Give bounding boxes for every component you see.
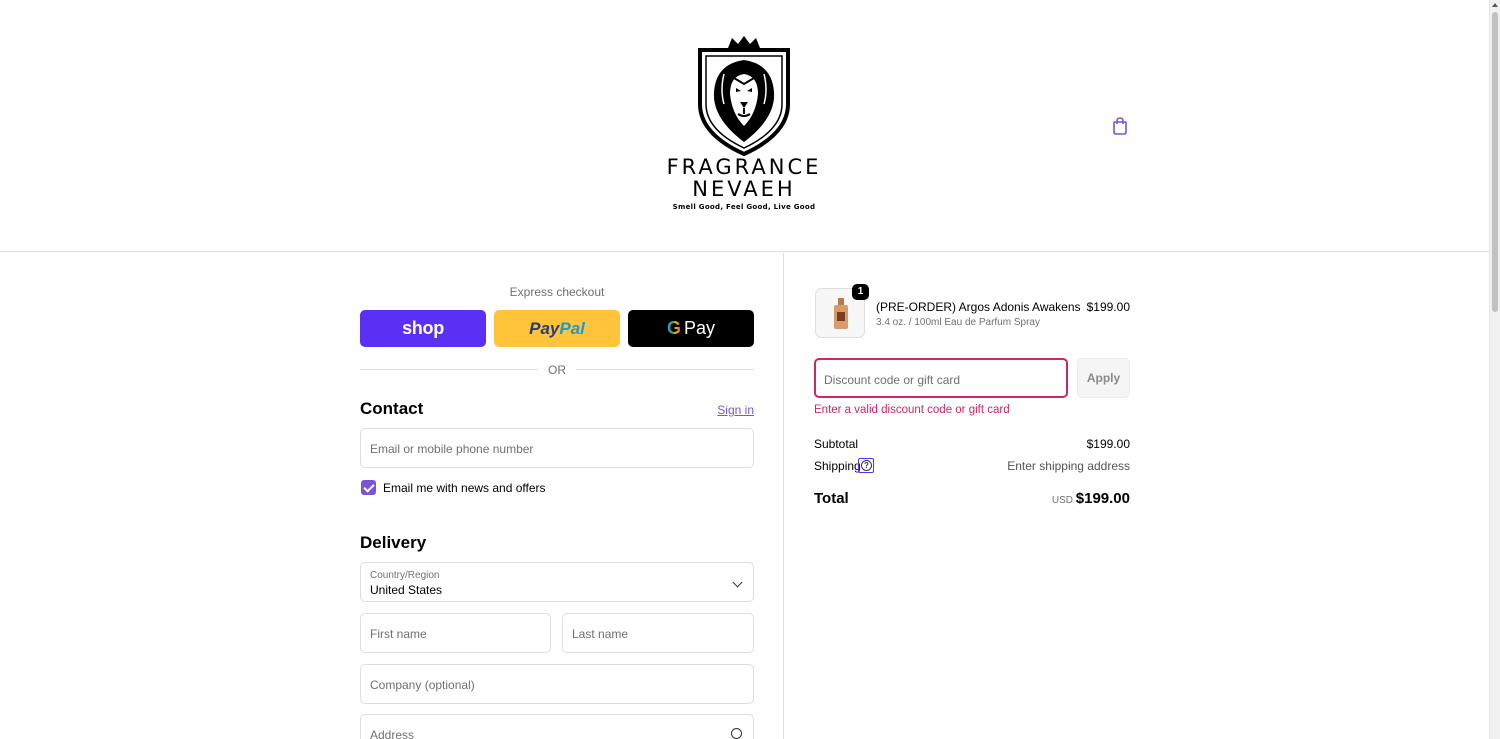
- lion-crest-logo: [698, 36, 790, 156]
- discount-code-input[interactable]: Discount code or gift card: [814, 358, 1068, 398]
- google-g-icon: G: [666, 318, 681, 338]
- shipping-label: Shipping: [814, 459, 861, 473]
- country-value: United States: [370, 583, 443, 597]
- newsletter-checkbox[interactable]: [361, 480, 376, 495]
- newsletter-label: Email me with news and offers: [383, 481, 546, 495]
- address-field[interactable]: Address: [360, 714, 754, 739]
- brand-name-line1: FRAGRANCE: [666, 155, 822, 179]
- last-name-field[interactable]: Last name: [562, 613, 754, 653]
- product-price: $199.00: [1086, 300, 1130, 314]
- first-name-field[interactable]: First name: [360, 613, 551, 653]
- or-line-left: [360, 369, 538, 370]
- country-label: Country/Region: [370, 570, 440, 581]
- search-icon: [731, 728, 742, 739]
- subtotal-value: $199.00: [1086, 437, 1130, 451]
- or-label: OR: [548, 363, 566, 377]
- or-line-right: [576, 369, 754, 370]
- total-value: $199.00: [1075, 490, 1130, 507]
- contact-title: Contact: [360, 399, 424, 418]
- brand-name-line2: NEVAEH: [692, 177, 796, 201]
- product-name: (PRE-ORDER) Argos Adonis Awakens: [876, 300, 1081, 314]
- google-pay-label: Pay: [683, 318, 716, 338]
- shop-pay-label: shop: [402, 318, 444, 338]
- perfume-bottle-image: [834, 298, 848, 329]
- paypal-button[interactable]: Pay Pal: [494, 310, 620, 347]
- discount-placeholder: Discount code or gift card: [824, 373, 961, 387]
- column-divider: [783, 253, 784, 739]
- company-placeholder: Company (optional): [370, 678, 475, 692]
- address-placeholder: Address: [370, 728, 415, 739]
- google-pay-button[interactable]: G Pay: [628, 310, 754, 347]
- scrollbar-thumb[interactable]: [1492, 12, 1498, 312]
- shop-pay-button[interactable]: shop: [360, 310, 486, 347]
- total-label: Total: [814, 490, 849, 507]
- first-name-placeholder: First name: [370, 627, 427, 641]
- email-placeholder: Email or mobile phone number: [370, 442, 534, 456]
- company-field[interactable]: Company (optional): [360, 664, 754, 704]
- product-variant: 3.4 oz. / 100ml Eau de Parfum Spray: [876, 317, 1040, 328]
- or-divider: OR: [360, 363, 754, 377]
- shipping-help-icon[interactable]: [858, 458, 874, 473]
- sign-in-link[interactable]: Sign in: [717, 403, 754, 417]
- shopping-bag-icon[interactable]: [1110, 116, 1130, 136]
- country-select[interactable]: Country/Region United States: [360, 562, 754, 602]
- quantity-badge: 1: [852, 284, 869, 300]
- brand-tagline: Smell Good, Feel Good, Live Good: [672, 203, 816, 211]
- page-scrollbar[interactable]: [1489, 0, 1500, 739]
- brand-logo[interactable]: FRAGRANCE NEVAEH Smell Good, Feel Good, …: [652, 34, 836, 220]
- paypal-label-pal: Pal: [559, 318, 585, 338]
- paypal-label-pay: Pay: [529, 318, 560, 338]
- total-currency: USD: [1051, 495, 1073, 506]
- shipping-value: Enter shipping address: [1007, 459, 1130, 473]
- last-name-placeholder: Last name: [572, 627, 629, 641]
- subtotal-label: Subtotal: [814, 437, 859, 451]
- chevron-down-icon: [732, 577, 743, 588]
- delivery-title: Delivery: [360, 533, 427, 552]
- email-field[interactable]: Email or mobile phone number: [360, 428, 754, 468]
- discount-error-message: Enter a valid discount code or gift card: [814, 404, 1010, 416]
- apply-discount-button[interactable]: Apply: [1077, 358, 1130, 398]
- express-checkout-label: Express checkout: [509, 285, 605, 299]
- scroll-up-arrow-icon[interactable]: [1492, 3, 1498, 7]
- site-header: FRAGRANCE NEVAEH Smell Good, Feel Good, …: [0, 0, 1489, 252]
